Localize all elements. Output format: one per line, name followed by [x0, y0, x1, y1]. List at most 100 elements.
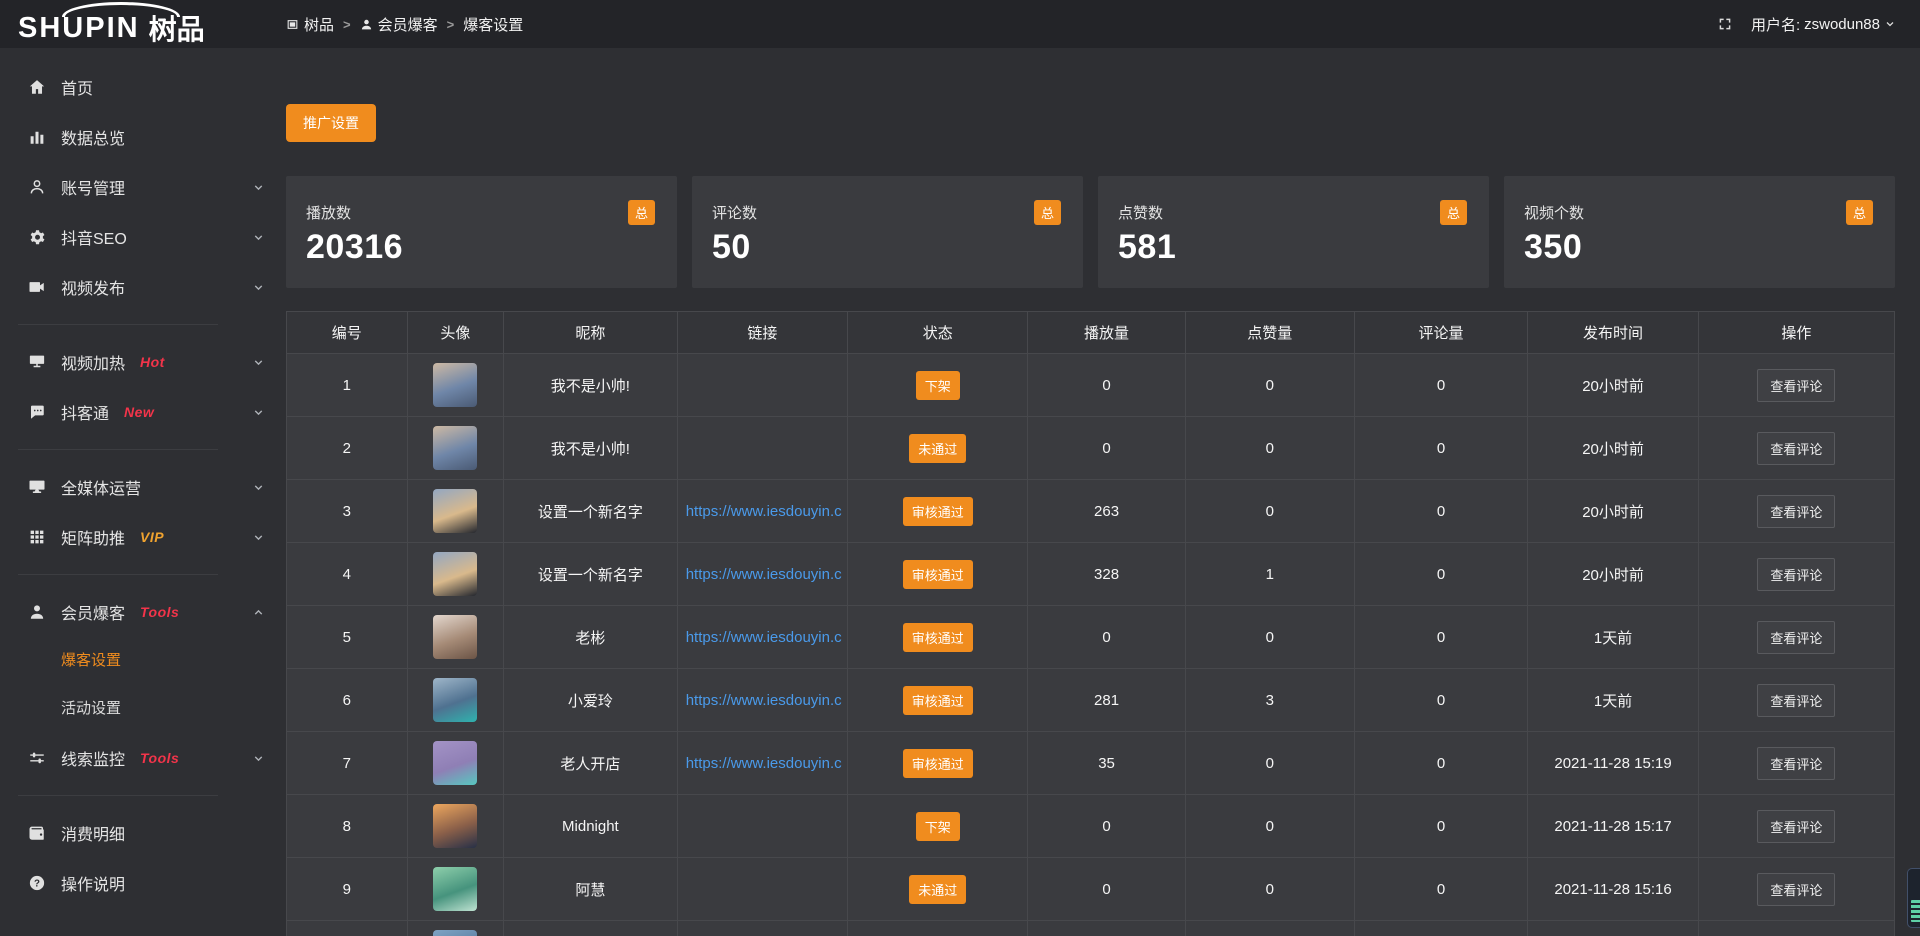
avatar	[433, 552, 477, 596]
sidebar-item-label: 矩阵助推	[61, 525, 125, 549]
stat-label: 点赞数	[1118, 202, 1467, 223]
sidebar-item-video-heat[interactable]: 视频加热Hot	[0, 337, 285, 387]
cell-publish-time: 20小时前	[1528, 543, 1698, 606]
breadcrumb-item-member[interactable]: 会员爆客	[360, 14, 438, 35]
cell-likes: 0	[1185, 795, 1354, 858]
cell-comments	[1354, 921, 1528, 936]
sidebar-item-douketong[interactable]: 抖客通New	[0, 387, 285, 437]
cell-nickname: 设置一个新名字	[504, 480, 678, 543]
cell-plays: 328	[1028, 543, 1186, 606]
breadcrumb-item-home[interactable]: 树品	[286, 14, 334, 35]
cell-actions: 查看评论	[1698, 858, 1894, 921]
topbar: SHUPIN 树品 树品 > 会员爆客 > 爆客设置 用户名: zswodun8…	[0, 0, 1920, 48]
sidebar-subitem-baoke-settings[interactable]: 爆客设置	[0, 637, 285, 685]
gear-icon	[28, 228, 46, 246]
view-comments-button[interactable]: 查看评论	[1757, 369, 1835, 402]
view-comments-button[interactable]: 查看评论	[1757, 810, 1835, 843]
cell-likes: 0	[1185, 732, 1354, 795]
cell-status: 未通过	[848, 858, 1028, 921]
cell-comments: 0	[1354, 417, 1528, 480]
view-comments-button[interactable]: 查看评论	[1757, 621, 1835, 654]
promo-settings-button[interactable]: 推广设置	[286, 104, 376, 142]
table-row: 4设置一个新名字https://www.iesdouyin.c审核通过32810…	[287, 543, 1895, 606]
monitor-icon	[28, 478, 46, 496]
cell-likes: 0	[1185, 606, 1354, 669]
breadcrumb-separator: >	[447, 17, 455, 32]
sidebar-item-video-publish[interactable]: 视频发布	[0, 262, 285, 312]
sidebar-item-media-operation[interactable]: 全媒体运营	[0, 462, 285, 512]
window-icon	[286, 18, 299, 31]
cell-likes: 0	[1185, 417, 1354, 480]
svg-text:?: ?	[34, 878, 40, 889]
table-row: 8Midnight下架0002021-11-28 15:17查看评论	[287, 795, 1895, 858]
stat-label: 评论数	[712, 202, 1061, 223]
video-link[interactable]: https://www.iesdouyin.c	[686, 503, 842, 520]
sidebar-item-clue-monitor[interactable]: 线索监控Tools	[0, 733, 285, 783]
chevron-down-icon	[252, 356, 265, 369]
table-row: 3设置一个新名字https://www.iesdouyin.c审核通过26300…	[287, 480, 1895, 543]
sidebar-submenu: 爆客设置活动设置	[0, 637, 285, 733]
sidebar-item-home[interactable]: 首页	[0, 62, 285, 112]
view-comments-button[interactable]: 查看评论	[1757, 558, 1835, 591]
sidebar-item-label: 消费明细	[61, 821, 125, 845]
sidebar-item-account-manage[interactable]: 账号管理	[0, 162, 285, 212]
video-link[interactable]: https://www.iesdouyin.c	[686, 755, 842, 772]
home-icon	[28, 78, 46, 96]
cell-link: https://www.iesdouyin.c	[677, 669, 847, 732]
cell-id: 6	[287, 669, 408, 732]
cell-comments: 0	[1354, 858, 1528, 921]
screen-icon	[28, 353, 46, 371]
sidebar-item-consume-detail[interactable]: 消费明细	[0, 808, 285, 858]
cell-status: 审核通过	[848, 480, 1028, 543]
sidebar-item-data-overview[interactable]: 数据总览	[0, 112, 285, 162]
fullscreen-icon[interactable]	[1717, 16, 1733, 32]
sidebar-item-operation-help[interactable]: ?操作说明	[0, 858, 285, 908]
cell-nickname: 阿慧	[504, 858, 678, 921]
avatar	[433, 867, 477, 911]
status-badge: 未通过	[909, 875, 966, 904]
cell-publish-time: 20小时前	[1528, 417, 1698, 480]
sidebar-item-label: 抖客通	[61, 400, 109, 424]
total-badge: 总	[628, 200, 655, 225]
view-comments-button[interactable]: 查看评论	[1757, 684, 1835, 717]
stat-value: 581	[1118, 228, 1467, 267]
cell-actions: 查看评论	[1698, 543, 1894, 606]
sidebar-item-matrix-boost[interactable]: 矩阵助推VIP	[0, 512, 285, 562]
view-comments-button[interactable]: 查看评论	[1757, 873, 1835, 906]
view-comments-button[interactable]: 查看评论	[1757, 747, 1835, 780]
video-link[interactable]: https://www.iesdouyin.c	[686, 566, 842, 583]
chevron-down-icon	[252, 281, 265, 294]
cell-publish-time: 20小时前	[1528, 480, 1698, 543]
grid-icon	[28, 528, 46, 546]
cell-nickname: 老彬	[504, 606, 678, 669]
chevron-down-icon	[252, 406, 265, 419]
cell-comments: 0	[1354, 354, 1528, 417]
cell-id: 9	[287, 858, 408, 921]
video-link[interactable]: https://www.iesdouyin.c	[686, 692, 842, 709]
sidebar-item-member-baoke[interactable]: 会员爆客Tools	[0, 587, 285, 637]
sidebar-item-label: 账号管理	[61, 175, 125, 199]
cell-link: https://www.iesdouyin.c	[677, 606, 847, 669]
cell-actions: 查看评论	[1698, 669, 1894, 732]
sidebar-subitem-activity-settings[interactable]: 活动设置	[0, 685, 285, 733]
cell-status: 审核通过	[848, 606, 1028, 669]
cell-likes: 0	[1185, 480, 1354, 543]
cell-link	[677, 795, 847, 858]
cell-actions: 查看评论	[1698, 354, 1894, 417]
table-row: 6小爱玲https://www.iesdouyin.c审核通过281301天前查…	[287, 669, 1895, 732]
cell-status: 未通过	[848, 417, 1028, 480]
sidebar-item-douyin-seo[interactable]: 抖音SEO	[0, 212, 285, 262]
view-comments-button[interactable]: 查看评论	[1757, 432, 1835, 465]
user-menu[interactable]: 用户名: zswodun88	[1751, 14, 1896, 35]
view-comments-button[interactable]: 查看评论	[1757, 495, 1835, 528]
widget-stripes	[1911, 900, 1920, 922]
chevron-down-icon	[252, 181, 265, 194]
chevron-up-icon	[252, 606, 265, 619]
table-row: 1我不是小帅!下架00020小时前查看评论	[287, 354, 1895, 417]
cell-avatar	[407, 417, 503, 480]
cell-avatar	[407, 858, 503, 921]
video-link[interactable]: https://www.iesdouyin.c	[686, 629, 842, 646]
table-header-row: 编号头像昵称链接状态播放量点赞量评论量发布时间操作	[287, 312, 1895, 354]
floating-widget-sliver[interactable]	[1907, 868, 1920, 928]
cell-likes: 1	[1185, 543, 1354, 606]
